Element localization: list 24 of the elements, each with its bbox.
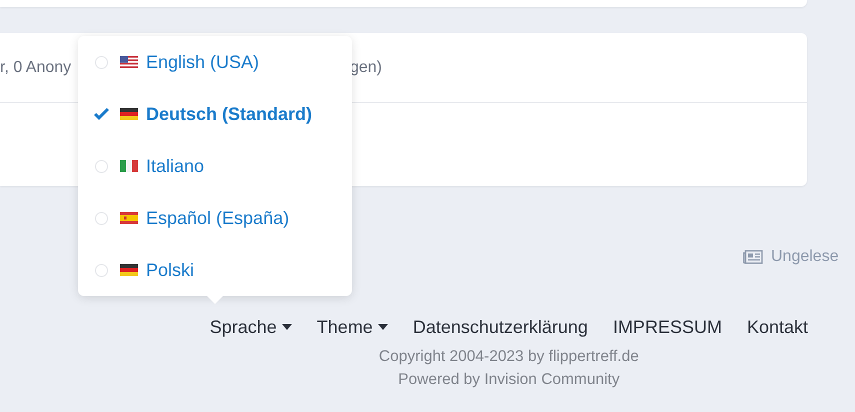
newspaper-icon xyxy=(743,250,763,264)
copyright-text: Copyright 2004-2023 by flippertreff.de xyxy=(378,347,639,367)
tricolor-flag-icon xyxy=(120,160,138,172)
online-summary: r, 0 Anony xyxy=(0,58,72,76)
radio-button[interactable] xyxy=(94,56,108,68)
tricolor-flag-icon xyxy=(120,264,138,276)
radio-button[interactable] xyxy=(94,212,108,224)
unread-link[interactable]: Ungelese xyxy=(771,248,839,266)
powered-by-text: Powered by Invision Community xyxy=(397,370,621,390)
language-option[interactable]: Deutsch (Standard) xyxy=(78,88,352,140)
language-option[interactable]: Italiano xyxy=(78,140,352,192)
radio-button[interactable] xyxy=(94,264,108,276)
tricolor-flag-icon xyxy=(120,108,138,120)
footer-link[interactable]: IMPRESSUM xyxy=(612,316,722,338)
footer-link[interactable]: Sprache xyxy=(210,316,292,338)
striped-flag-icon xyxy=(120,56,138,68)
radio-button[interactable] xyxy=(94,160,108,172)
striped-flag-icon xyxy=(120,212,138,224)
footer-link[interactable]: Theme xyxy=(316,316,388,338)
language-option[interactable]: Polski xyxy=(78,244,352,296)
footer-link[interactable]: Kontakt xyxy=(746,316,808,338)
language-option[interactable]: Español (España) xyxy=(78,192,352,244)
language-option[interactable]: English (USA) xyxy=(78,36,352,88)
footer-link[interactable]: Datenschutzerklärung xyxy=(412,316,588,338)
